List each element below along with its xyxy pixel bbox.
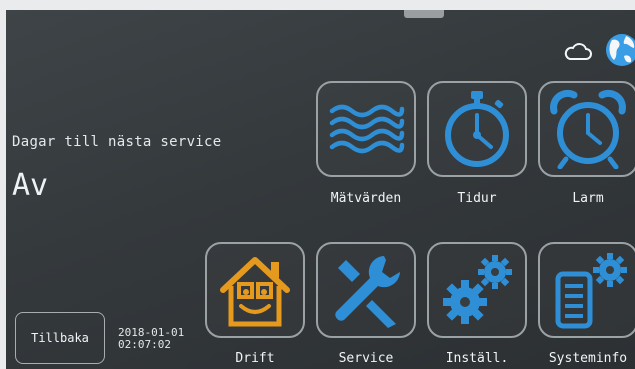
tile-larm[interactable]	[538, 81, 635, 177]
tile-tidur[interactable]	[427, 81, 527, 177]
tile-drift[interactable]	[205, 242, 305, 338]
stopwatch-icon	[445, 91, 509, 167]
service-days-label: Dagar till nästa service	[12, 134, 222, 150]
tile-label-larm: Larm	[572, 191, 604, 206]
tile-service[interactable]	[316, 242, 416, 338]
time-text: 02:07:02	[118, 338, 171, 351]
tile-label-systeminfo: Systeminfo	[548, 351, 628, 366]
bezel-notch	[404, 10, 444, 18]
tile-label-matvarden: Mätvärden	[330, 191, 402, 206]
back-button[interactable]: Tillbaka	[15, 312, 105, 364]
tile-matvarden[interactable]	[316, 81, 416, 177]
house-face-icon	[220, 257, 290, 327]
service-days-value: Av	[12, 168, 49, 203]
tile-label-service: Service	[338, 351, 394, 366]
globe-icon[interactable]	[604, 32, 635, 68]
wrench-icon	[335, 256, 400, 328]
hmi-screen: Dagar till nästa service Av Mätvärden Ti…	[6, 10, 635, 369]
waves-icon	[329, 104, 405, 154]
gears-icon	[443, 255, 512, 324]
tile-systeminfo[interactable]	[538, 242, 635, 338]
alarm-clock-icon	[550, 89, 626, 169]
tile-label-tidur: Tidur	[457, 191, 497, 206]
datetime: 2018-01-01 02:07:02	[118, 327, 184, 351]
tile-label-installningar: Inställ.	[445, 351, 509, 366]
cloud-icon	[564, 43, 592, 60]
tile-installningar[interactable]	[427, 242, 527, 338]
device-gear-icon	[555, 253, 627, 329]
tile-label-drift: Drift	[235, 351, 275, 366]
